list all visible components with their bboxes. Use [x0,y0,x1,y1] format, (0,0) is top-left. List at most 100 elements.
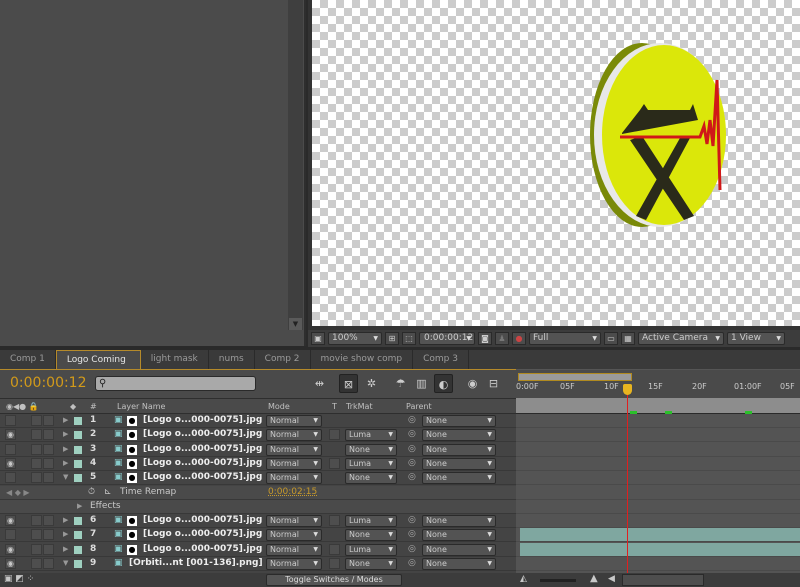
view-layout-dropdown[interactable]: 1 View [727,332,785,345]
layer-name[interactable]: [Logo o...000-0075].jpg [143,415,262,425]
layer-name[interactable]: [Logo o...000-0075].jpg [143,529,262,539]
label-color-swatch[interactable] [74,459,82,468]
layer-row[interactable]: ◉ ▶ 8 ▣ ● [Logo o...000-0075].jpg Normal Luma ◎ N… [0,543,516,557]
audio-switch[interactable] [31,429,42,441]
layer-row[interactable]: ◉ ▶ 2 ▣ ● [Logo o...000-0075].jpg Normal Luma ◎ N… [0,428,516,443]
composition-viewer[interactable] [308,0,800,330]
label-color-swatch[interactable] [74,545,82,554]
expand-triangle-icon[interactable]: ▶ [63,430,68,438]
lock-switch[interactable] [43,515,54,527]
frame-blending-icon[interactable]: ▥ [412,374,431,393]
expand-triangle-icon[interactable]: ▶ [63,445,68,453]
trkmat-dropdown[interactable]: None [345,558,397,570]
preserve-transparency-checkbox[interactable] [329,558,340,569]
preserve-transparency-checkbox[interactable] [329,429,340,441]
tab-comp-2[interactable]: Comp 2 [255,350,311,369]
track-row[interactable] [516,457,800,471]
expand-triangle-icon[interactable]: ▶ [63,516,68,524]
preserve-transparency-checkbox[interactable] [329,543,340,555]
mode-dropdown[interactable]: Normal [266,457,322,470]
label-color-swatch[interactable] [74,560,82,568]
layer-name[interactable]: [Logo o...000-0075].jpg [143,544,262,554]
pickwhip-icon[interactable]: ◎ [408,444,416,454]
parent-dropdown[interactable]: None [422,558,496,570]
pickwhip-icon[interactable]: ◎ [408,558,416,568]
pickwhip-icon[interactable]: ◎ [408,544,416,554]
lock-switch[interactable] [43,543,54,555]
label-color-swatch[interactable] [74,417,82,425]
audio-switch[interactable] [31,543,42,555]
mode-dropdown[interactable]: Normal [266,443,322,456]
audio-switch[interactable] [31,515,42,527]
show-snapshot-icon[interactable]: ♟ [495,332,509,345]
tab-movie-show-comp[interactable]: movie show comp [311,350,414,369]
draft-3d-icon[interactable]: ✲ [362,374,381,393]
parent-dropdown[interactable]: None [422,429,496,442]
layer-row[interactable]: ◉ ▼ 9 ▣ [Orbiti...nt [001-136].png]Normal Non… [0,557,516,571]
mode-dropdown[interactable]: Normal [266,529,322,542]
collapse-triangle-icon[interactable]: ▼ [63,559,68,567]
safe-margins-icon[interactable]: ⊞ [385,332,399,345]
pickwhip-icon[interactable]: ◎ [408,515,416,525]
keyframe-navigator-icon[interactable]: ◀ ◆ ▶ [6,488,30,497]
eye-icon[interactable]: ◉ [5,558,16,569]
mode-dropdown[interactable]: Normal [266,415,322,427]
layer-row[interactable]: ▼ 5 ▣ ● [Logo o...000-0075].jpg Normal None ◎ No… [0,471,516,486]
audio-switch[interactable] [31,529,42,541]
eye-icon[interactable]: ◉ [5,429,16,441]
trkmat-dropdown[interactable]: None [345,529,397,542]
layer-row[interactable]: ◉ ▶ 6 ▣ ● [Logo o...000-0075].jpg Normal Luma ◎ N… [0,514,516,529]
stopwatch-icon[interactable]: ⏱ [88,487,95,497]
scroll-left-icon[interactable]: ◀ [608,574,615,584]
trkmat-dropdown[interactable]: None [345,472,397,485]
track-row[interactable] [516,414,800,428]
label-color-swatch[interactable] [74,445,82,454]
preserve-transparency-checkbox[interactable] [329,515,340,527]
work-area-track[interactable] [516,398,800,414]
fast-preview-icon[interactable]: ▭ [604,332,618,345]
video-switch[interactable] [5,443,16,455]
tab-nums[interactable]: nums [209,350,255,369]
trkmat-dropdown[interactable]: Luma [345,457,397,470]
label-color-swatch[interactable] [74,431,82,440]
toggle-switches-modes-button[interactable]: Toggle Switches / Modes [266,574,402,586]
label-color-swatch[interactable] [74,517,82,526]
video-switch[interactable] [5,415,16,426]
zoom-in-icon[interactable]: ▲ [590,573,598,584]
playhead-line[interactable] [627,384,628,573]
eye-icon[interactable]: ◉ [5,457,16,469]
audio-switch[interactable] [31,558,42,569]
layer-name[interactable]: [Logo o...000-0075].jpg [143,472,262,482]
expand-triangle-icon[interactable]: ▶ [63,545,68,553]
audio-switch[interactable] [31,472,42,484]
lock-switch[interactable] [43,472,54,484]
tab-logo-coming[interactable]: Logo Coming [55,350,141,369]
audio-switch[interactable] [31,415,42,426]
layer-name[interactable]: [Logo o...000-0075].jpg [143,515,262,525]
layer-row[interactable]: ▶ 1 ▣ ● [Logo o...000-0075].jpg Normal ◎ None [0,414,516,428]
label-color-swatch[interactable] [74,474,82,483]
parent-dropdown[interactable]: None [422,472,496,485]
track-row[interactable] [516,471,800,486]
mode-dropdown[interactable]: Normal [266,429,322,442]
expand-triangle-icon[interactable]: ▶ [77,502,82,510]
layer-row[interactable]: ◉ ▶ 4 ▣ ● [Logo o...000-0075].jpg Normal Luma ◎ N… [0,457,516,471]
motion-blur-icon[interactable]: ◐ [434,374,453,393]
zoom-slider[interactable] [540,579,576,582]
resolution-dropdown[interactable]: Full [529,332,601,345]
eye-icon[interactable]: ◉ [5,543,16,555]
layer-name[interactable]: [Orbiti...nt [001-136].png] [129,558,263,568]
track-row[interactable] [516,443,800,457]
snapshot-camera-icon[interactable]: ◙ [478,332,492,345]
channels-icon[interactable]: ● [512,332,526,345]
trkmat-dropdown[interactable]: None [345,443,397,456]
layer-name[interactable]: [Logo o...000-0075].jpg [143,444,262,454]
trkmat-dropdown[interactable]: Luma [345,429,397,442]
mode-dropdown[interactable]: Normal [266,558,322,570]
label-color-swatch[interactable] [74,531,82,540]
audio-switch[interactable] [31,457,42,469]
column-parent[interactable]: Parent [406,402,432,411]
lock-switch[interactable] [43,457,54,469]
camera-view-dropdown[interactable]: Active Camera [638,332,724,345]
expand-triangle-icon[interactable]: ▶ [63,459,68,467]
